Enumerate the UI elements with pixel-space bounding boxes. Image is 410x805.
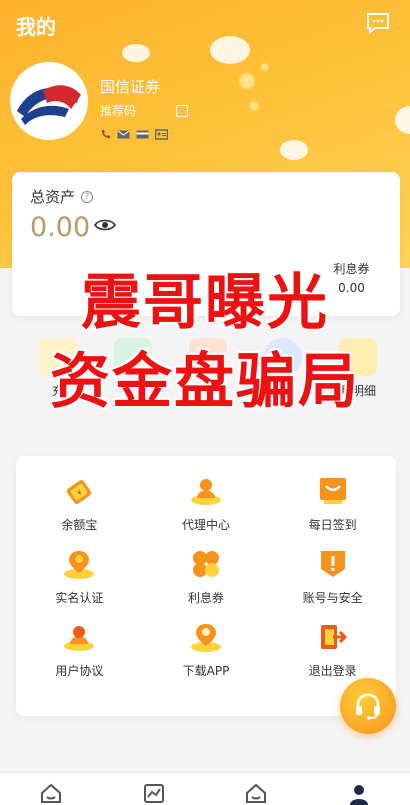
headset-icon (356, 693, 380, 720)
shield-alert-icon (316, 547, 350, 581)
agreement-icon (62, 620, 96, 654)
mail-icon[interactable] (117, 129, 130, 140)
avatar[interactable] (10, 62, 88, 140)
tab-market[interactable] (141, 783, 167, 805)
watermark-line2: 资金盘骗局 (50, 347, 360, 417)
location-verify-icon (62, 547, 96, 581)
home-icon (41, 783, 62, 803)
chart-icon (143, 784, 164, 803)
logout-icon (316, 620, 350, 654)
tab-trade[interactable] (243, 783, 269, 805)
cloud-decoration (280, 140, 308, 160)
cloud-decoration (210, 36, 250, 64)
total-assets-text: 总资产 (30, 188, 76, 206)
broker-name: 国信证券 (100, 78, 161, 96)
coupon-icon (189, 547, 223, 581)
menu-item-agreement[interactable]: 用户协议 (16, 620, 143, 693)
bottom-tab-bar (0, 772, 410, 805)
coin-decoration (238, 72, 256, 90)
id-card-icon[interactable] (155, 129, 168, 140)
copy-icon[interactable] (176, 104, 189, 117)
home-alt-icon (246, 783, 267, 803)
referral-code: 推荐码 (100, 102, 189, 119)
contact-icons (100, 129, 168, 140)
checkin-icon (316, 474, 350, 508)
tab-mine[interactable] (346, 783, 372, 805)
menu-item-checkin[interactable]: 每日签到 (269, 474, 396, 547)
menu-item-verify[interactable]: 实名认证 (16, 547, 143, 620)
menu-card: ¥ 余额宝 代理中心 每日签到 实名认证 利息券 账号与安全 用户协议 下载AP… (16, 456, 396, 716)
message-icon[interactable] (366, 12, 390, 34)
referral-label: 推荐码 (100, 104, 137, 118)
menu-item-agent[interactable]: 代理中心 (143, 474, 270, 547)
help-icon[interactable]: ? (81, 190, 94, 203)
money-bag-icon: ¥ (62, 474, 96, 508)
eye-icon[interactable] (94, 218, 116, 232)
total-assets-label: 总资产 ? (30, 186, 94, 207)
coin-decoration (248, 100, 260, 112)
broker-logo-icon (17, 85, 81, 125)
total-assets-value: 0.00 (30, 212, 91, 243)
tab-home[interactable] (38, 783, 64, 805)
cloud-decoration (122, 44, 150, 62)
customer-service-button[interactable] (340, 678, 396, 734)
menu-item-coupon[interactable]: 利息券 (143, 547, 270, 620)
menu-item-download[interactable]: 下载APP (143, 620, 270, 693)
phone-icon[interactable] (100, 129, 111, 140)
coin-decoration (260, 62, 270, 72)
page-title: 我的 (16, 15, 56, 39)
menu-item-security[interactable]: 账号与安全 (269, 547, 396, 620)
card-icon[interactable] (136, 129, 149, 140)
user-icon (349, 785, 368, 805)
watermark-line1: 震哥曝光 (81, 268, 329, 338)
download-pin-icon (189, 620, 223, 654)
menu-item-yuebao[interactable]: ¥ 余额宝 (16, 474, 143, 547)
agent-icon (189, 474, 223, 508)
